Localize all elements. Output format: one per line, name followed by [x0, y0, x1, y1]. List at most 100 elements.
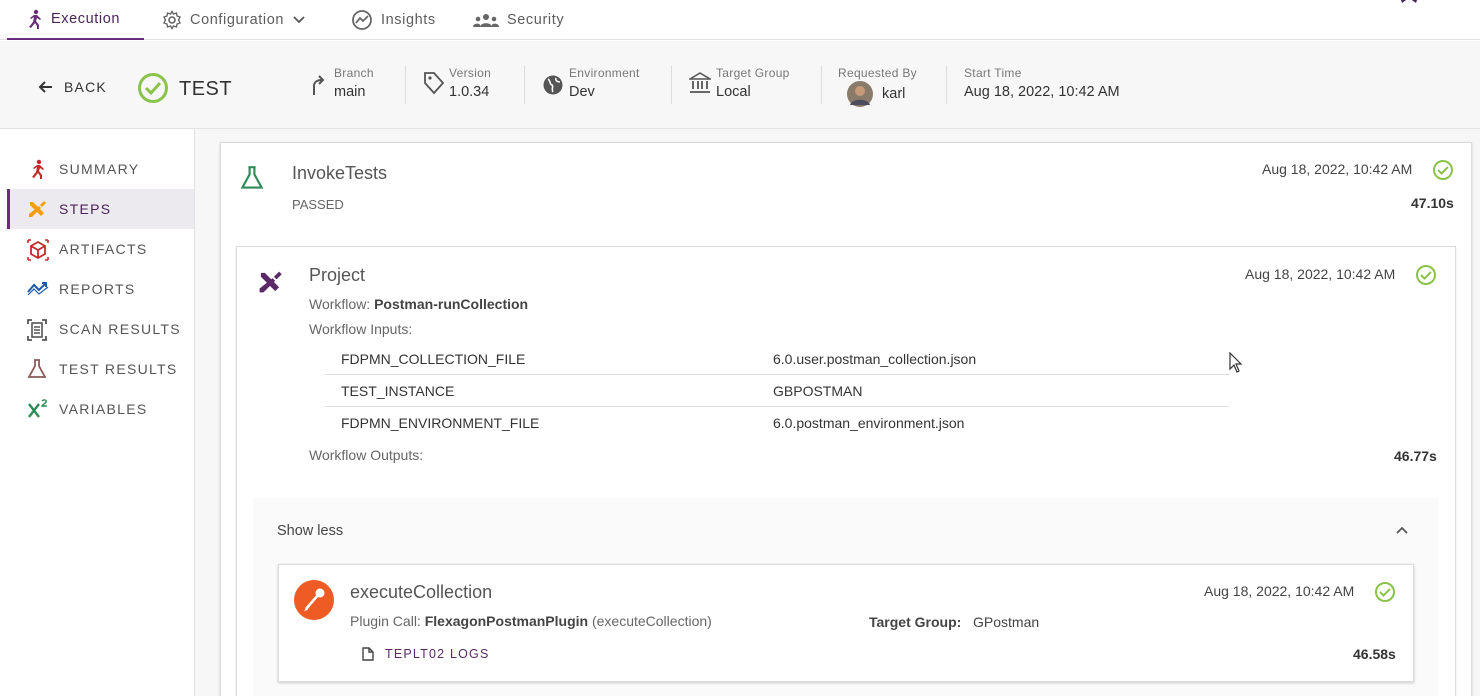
project-name: Project [309, 265, 366, 285]
branch-field: Branch main [334, 66, 374, 106]
sidebar-item-steps[interactable]: STEPS [7, 189, 194, 229]
file-icon [362, 647, 374, 661]
sidebar-item-variables[interactable]: VARIABLES [7, 389, 194, 429]
plugin-method: (executeCollection) [591, 613, 712, 629]
package-icon [27, 239, 49, 261]
sidebar-item-test-results[interactable]: TEST RESULTS [7, 349, 194, 389]
trend-icon [27, 282, 49, 296]
workflow-label: Workflow: [309, 296, 371, 312]
branch-value: main [334, 84, 366, 100]
star-icon[interactable] [1396, 0, 1422, 6]
sidebar-item-summary[interactable]: SUMMARY [7, 149, 194, 189]
start-time-label: Start Time [964, 66, 1022, 80]
tag-icon [424, 72, 445, 95]
sidebar-item-reports[interactable]: REPORTS [7, 269, 194, 309]
sidebar-item-scan-results[interactable]: SCAN RESULTS [7, 309, 194, 349]
step-name: InvokeTests [292, 163, 388, 183]
version-label: Version [449, 66, 492, 80]
sidebar-item-label: REPORTS [59, 281, 136, 297]
flask-icon [240, 166, 264, 189]
sidebar-item-label: VARIABLES [59, 401, 148, 417]
tab-label: Security [507, 12, 565, 28]
version-field: Version 1.0.34 [449, 66, 491, 106]
sidebar-item-artifacts[interactable]: ARTIFACTS [7, 229, 194, 269]
table-row: FDPMN_ENVIRONMENT_FILE 6.0.postman_envir… [325, 407, 1229, 439]
tools-icon [259, 271, 282, 293]
top-tab-bar: Execution Configuration Insights Securit… [0, 0, 1480, 40]
arrow-left-icon [38, 81, 52, 93]
branch-label: Branch [334, 66, 374, 80]
show-less-toggle[interactable]: Show less [277, 523, 343, 539]
plugin-call-label: Plugin Call: [350, 613, 421, 629]
tab-label: Insights [381, 12, 436, 28]
input-value: 6.0.postman_environment.json [773, 415, 965, 431]
check-circle-icon [1433, 160, 1453, 180]
logs-button[interactable]: TEPLT02 LOGS [362, 647, 489, 661]
institution-icon [689, 72, 711, 93]
input-key: FDPMN_COLLECTION_FILE [341, 351, 526, 367]
cursor-icon [1229, 352, 1243, 373]
workflow-line: Workflow: Postman-runCollection [309, 296, 528, 312]
divider [671, 66, 672, 104]
divider [946, 66, 947, 104]
divider [405, 66, 406, 104]
requested-by-value: karl [882, 86, 906, 102]
branch-icon [313, 75, 325, 95]
check-circle-icon [138, 73, 168, 103]
tab-security[interactable]: Security [473, 0, 564, 40]
workflow-outputs-label: Workflow Outputs: [309, 447, 424, 463]
sidebar-item-label: ARTIFACTS [59, 241, 148, 257]
tab-execution[interactable]: Execution [7, 0, 144, 40]
step-duration: 47.10s [1411, 195, 1454, 211]
sidebar-item-label: SCAN RESULTS [59, 321, 181, 337]
sidebar: SUMMARY STEPS ARTIFACTS REPORTS SCAN RES… [7, 129, 195, 696]
tab-label: Configuration [190, 12, 285, 28]
scan-icon [27, 319, 47, 341]
sidebar-item-label: SUMMARY [59, 161, 140, 177]
version-value: 1.0.34 [449, 84, 490, 100]
flask-icon [27, 359, 47, 378]
status-title: TEST [179, 78, 233, 100]
execute-date: Aug 18, 2022, 10:42 AM [1204, 583, 1355, 599]
step-status: PASSED [292, 197, 344, 212]
avatar [847, 81, 873, 107]
tab-insights[interactable]: Insights [351, 0, 436, 40]
execution-header: BACK TEST Branch main Version 1.0.34 Env… [0, 41, 1480, 129]
workflow-inputs-label: Workflow Inputs: [309, 321, 413, 337]
project-date: Aug 18, 2022, 10:42 AM [1245, 266, 1396, 282]
target-group-value: Local [716, 84, 751, 100]
target-group-value: GPostman [973, 614, 1040, 630]
chevron-down-icon [293, 16, 305, 24]
input-key: FDPMN_ENVIRONMENT_FILE [341, 415, 540, 431]
requested-by-label: Requested By [838, 66, 917, 80]
runner-icon [29, 9, 41, 29]
target-group-field: Target Group Local [716, 66, 790, 106]
target-group-label: Target Group [716, 66, 790, 80]
tab-configuration[interactable]: Configuration [162, 0, 306, 40]
start-time-value: Aug 18, 2022, 10:42 AM [964, 84, 1120, 100]
step-date: Aug 18, 2022, 10:42 AM [1262, 161, 1413, 177]
input-value: 6.0.user.postman_collection.json [773, 351, 977, 367]
check-circle-icon [1416, 265, 1436, 285]
environment-field: Environment Dev [569, 66, 640, 106]
table-row: FDPMN_COLLECTION_FILE 6.0.user.postman_c… [325, 343, 1229, 375]
input-key: TEST_INSTANCE [341, 383, 455, 399]
workflow-name[interactable]: Postman-runCollection [374, 296, 528, 312]
plugin-name: FlexagonPostmanPlugin [424, 613, 589, 629]
input-value: GBPOSTMAN [773, 383, 863, 399]
chevron-up-icon[interactable] [1395, 525, 1409, 535]
sidebar-item-label: TEST RESULTS [59, 361, 178, 377]
start-time-field: Start Time Aug 18, 2022, 10:42 AM [964, 66, 1120, 106]
runner-icon [32, 159, 44, 179]
back-button[interactable]: BACK [38, 79, 107, 95]
project-duration: 46.77s [1394, 448, 1437, 464]
sidebar-item-label: STEPS [59, 201, 112, 217]
target-group-label: Target Group: [869, 614, 962, 630]
divider [821, 66, 822, 104]
check-circle-icon [1375, 582, 1395, 602]
variable-icon [28, 399, 47, 418]
plugin-call-line: Plugin Call: FlexagonPostmanPlugin (exec… [350, 613, 712, 629]
globe-icon [543, 75, 563, 95]
logs-label: TEPLT02 LOGS [385, 647, 490, 661]
environment-value: Dev [569, 84, 595, 100]
